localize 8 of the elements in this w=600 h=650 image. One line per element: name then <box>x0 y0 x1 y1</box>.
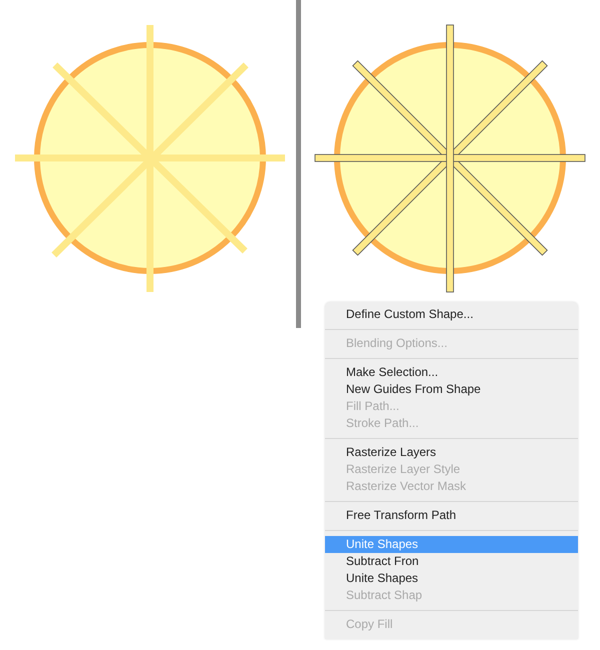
menu-item[interactable]: New Guides From Shape <box>325 381 578 398</box>
menu-item[interactable]: Rasterize Layers <box>325 444 578 461</box>
menu-item[interactable]: Make Selection... <box>325 364 578 381</box>
menu-item[interactable]: Subtract Fron <box>325 553 578 570</box>
menu-item[interactable]: Unite Shapes <box>325 570 578 587</box>
menu-item[interactable]: Free Transform Path <box>325 507 578 524</box>
menu-item[interactable]: Define Custom Shape... <box>325 306 578 323</box>
menu-item[interactable]: Unite Shapes <box>325 536 578 553</box>
